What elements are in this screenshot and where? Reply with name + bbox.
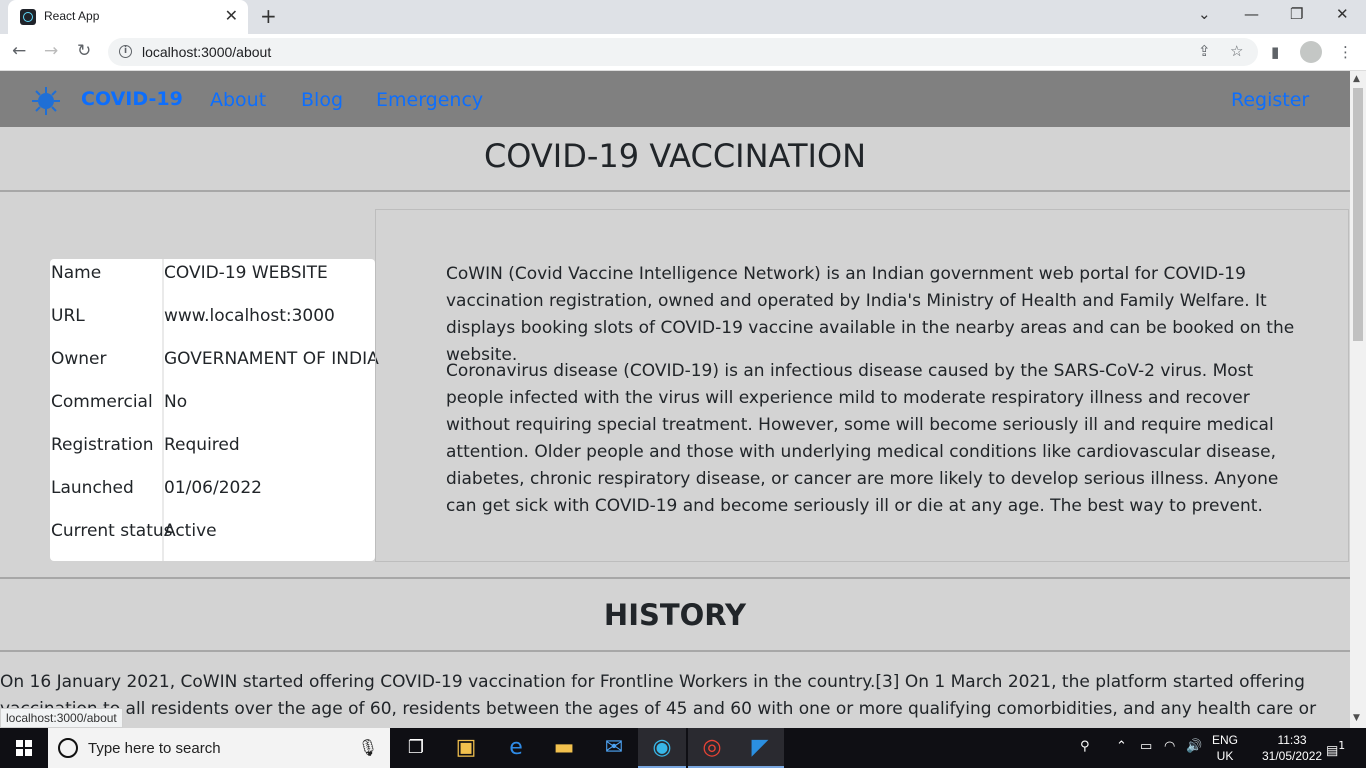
- forward-icon[interactable]: →: [44, 41, 58, 61]
- windows-taskbar: Type here to search 🎙 ❐ ▣ e ▬ ✉ ◉ ◎ ◤ ⚲ …: [0, 728, 1366, 768]
- close-window-icon[interactable]: ✕: [1336, 5, 1349, 23]
- page-viewport: COVID-19 About Blog Emergency Register C…: [0, 71, 1350, 728]
- info-key: Name: [51, 263, 102, 283]
- system-clock[interactable]: 11:33 31/05/2022: [1262, 732, 1322, 764]
- notification-count: 1: [1338, 739, 1346, 752]
- people-icon[interactable]: ⚲: [1080, 739, 1090, 754]
- back-icon[interactable]: ←: [12, 41, 26, 61]
- divider: [0, 650, 1350, 652]
- browser-tab[interactable]: React App ✕: [8, 0, 248, 34]
- share-icon[interactable]: ⇪: [1198, 42, 1211, 60]
- url-text[interactable]: localhost:3000/about: [142, 44, 271, 60]
- profile-avatar-icon[interactable]: [1300, 41, 1322, 63]
- info-key: Current status: [51, 521, 173, 541]
- reload-icon[interactable]: ↻: [77, 41, 91, 61]
- info-key: Registration: [51, 435, 154, 455]
- tab-title: React App: [44, 9, 100, 23]
- history-paragraph: On 16 January 2021, CoWIN started offeri…: [0, 672, 1317, 728]
- scroll-down-icon[interactable]: ▼: [1353, 713, 1360, 723]
- divider: [0, 577, 1350, 579]
- task-view-icon[interactable]: ❐: [392, 728, 440, 768]
- file-explorer-icon[interactable]: ▬: [540, 728, 588, 768]
- show-hidden-icons-chevron-icon[interactable]: ⌃: [1116, 739, 1127, 754]
- keyboard-layout: UK: [1216, 749, 1234, 763]
- info-key: URL: [51, 306, 85, 326]
- chrome-icon[interactable]: ◎: [688, 728, 736, 768]
- description-paragraph: Coronavirus disease (COVID-19) is an inf…: [446, 361, 1279, 516]
- new-tab-icon[interactable]: +: [260, 4, 277, 28]
- table-row: Commercial No: [50, 388, 375, 431]
- windows-start-icon[interactable]: [16, 740, 32, 756]
- browser-toolbar: ← → ↻ i localhost:3000/about ⇪ ☆ ▮ ⋮: [0, 34, 1366, 71]
- info-value: No: [164, 392, 188, 412]
- info-value: Required: [164, 435, 240, 455]
- language-indicator[interactable]: ENG UK: [1212, 732, 1238, 764]
- page-scrollbar[interactable]: ▲ ▼: [1350, 71, 1366, 728]
- description-box: CoWIN (Covid Vaccine Intelligence Networ…: [375, 209, 1349, 562]
- battery-icon[interactable]: ▭: [1140, 739, 1152, 754]
- address-bar[interactable]: i localhost:3000/about ⇪ ☆: [108, 38, 1258, 66]
- search-icon: [58, 738, 78, 758]
- clock-date: 31/05/2022: [1262, 749, 1323, 763]
- info-table: Name COVID-19 WEBSITE URL www.localhost:…: [50, 259, 379, 561]
- clock-time: 11:33: [1277, 733, 1307, 747]
- register-link[interactable]: Register: [1231, 89, 1309, 111]
- info-key: Launched: [51, 478, 134, 498]
- close-tab-icon[interactable]: ✕: [225, 6, 238, 25]
- virus-logo-icon[interactable]: [31, 86, 61, 116]
- info-value: Active: [164, 521, 217, 541]
- browser-tab-bar: React App ✕ + ⌄ — ❐ ✕: [0, 0, 1366, 34]
- language-code: ENG: [1212, 733, 1239, 747]
- table-row: Name COVID-19 WEBSITE: [50, 259, 375, 302]
- nav-link-emergency[interactable]: Emergency: [376, 89, 483, 111]
- description-paragraph: CoWIN (Covid Vaccine Intelligence Networ…: [446, 264, 1295, 365]
- scroll-thumb[interactable]: [1353, 88, 1363, 341]
- nav-link-blog[interactable]: Blog: [301, 89, 343, 111]
- bookmark-star-icon[interactable]: ☆: [1230, 42, 1243, 60]
- notification-center-icon[interactable]: ▤1: [1326, 739, 1345, 758]
- react-favicon-icon: [20, 9, 36, 25]
- taskbar-search[interactable]: Type here to search 🎙: [48, 728, 390, 768]
- menu-kebab-icon[interactable]: ⋮: [1338, 43, 1353, 61]
- nav-link-about[interactable]: About: [210, 89, 266, 111]
- link-status-bar: localhost:3000/about: [0, 708, 123, 728]
- vscode-icon[interactable]: ◤: [736, 728, 784, 768]
- divider: [0, 190, 1350, 192]
- table-row: Owner GOVERNAMENT OF INDIA: [50, 345, 379, 388]
- volume-icon[interactable]: 🔊: [1186, 739, 1202, 754]
- microphone-icon[interactable]: 🎙: [358, 738, 378, 757]
- info-value: COVID-19 WEBSITE: [164, 263, 328, 283]
- info-value: GOVERNAMENT OF INDIA: [164, 349, 379, 369]
- restore-icon[interactable]: ❐: [1290, 5, 1303, 23]
- table-row: Registration Required: [50, 431, 375, 474]
- site-navbar: COVID-19 About Blog Emergency Register: [0, 71, 1350, 127]
- minimize-icon[interactable]: —: [1244, 5, 1259, 23]
- info-value: 01/06/2022: [164, 478, 262, 498]
- history-title: HISTORY: [603, 598, 747, 632]
- tab-search-chevron-icon[interactable]: ⌄: [1198, 5, 1211, 23]
- edge-icon[interactable]: e: [492, 728, 540, 768]
- store-icon[interactable]: ▣: [442, 728, 490, 768]
- vaccination-title: COVID-19 VACCINATION: [483, 137, 867, 175]
- table-row: Current status Active: [50, 517, 375, 560]
- search-placeholder[interactable]: Type here to search: [88, 740, 221, 757]
- table-row: URL www.localhost:3000: [50, 302, 375, 345]
- mail-icon[interactable]: ✉: [590, 728, 638, 768]
- wifi-icon[interactable]: ◠: [1164, 739, 1175, 754]
- table-row: Launched 01/06/2022: [50, 474, 375, 517]
- scroll-up-icon[interactable]: ▲: [1353, 74, 1360, 84]
- edge-dev-icon[interactable]: ◉: [638, 728, 686, 768]
- site-info-icon[interactable]: i: [119, 45, 132, 58]
- info-key: Commercial: [51, 392, 153, 412]
- brand-link[interactable]: COVID-19: [81, 88, 183, 110]
- info-value: www.localhost:3000: [164, 306, 335, 326]
- info-key: Owner: [51, 349, 107, 369]
- side-panel-icon[interactable]: ▮: [1271, 43, 1279, 61]
